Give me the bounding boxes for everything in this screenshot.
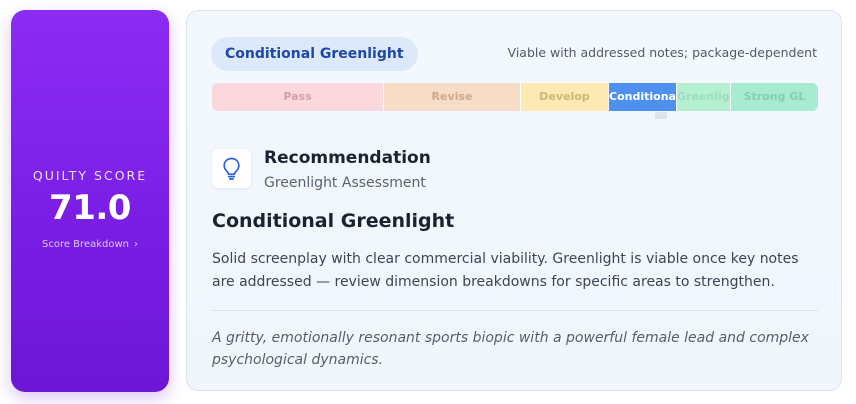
scale-position-marker xyxy=(655,112,667,119)
page: QUILTY SCORE 71.0 Score Breakdown › Condi… xyxy=(0,0,856,404)
scale-segment-revise[interactable]: Revise xyxy=(383,83,520,111)
status-note: Viable with addressed notes; package-dep… xyxy=(507,45,817,60)
score-breakdown-label: Score Breakdown xyxy=(42,239,129,250)
scale-segment-strong-gl[interactable]: Strong GL xyxy=(730,83,818,111)
verdict-description: Solid screenplay with clear commercial v… xyxy=(212,251,799,290)
score-breakdown-link[interactable]: Score Breakdown › xyxy=(11,239,169,250)
quality-score-card: QUILTY SCORE 71.0 Score Breakdown › xyxy=(11,10,169,392)
chevron-right-icon: › xyxy=(134,239,138,250)
verdict-scale: Pass Revise Develop Conditional Greenlig… xyxy=(212,83,818,111)
recommendation-title: Recommendation xyxy=(264,148,431,168)
scale-segment-greenlight[interactable]: Greenlight xyxy=(676,83,730,111)
score-value: 71.0 xyxy=(49,188,131,228)
verdict-heading: Conditional Greenlight xyxy=(212,210,455,232)
score-label: QUILTY SCORE xyxy=(32,168,148,183)
recommendation-subtitle: Greenlight Assessment xyxy=(264,175,426,191)
scale-segment-develop[interactable]: Develop xyxy=(520,83,608,111)
logline: A gritty, emotionally resonant sports bi… xyxy=(212,330,809,368)
lightbulb-icon xyxy=(223,157,240,180)
status-badge: Conditional Greenlight xyxy=(211,37,418,71)
recommendation-panel: Conditional Greenlight Viable with addre… xyxy=(186,10,842,391)
divider xyxy=(212,310,818,311)
scale-segment-pass[interactable]: Pass xyxy=(212,83,383,111)
recommendation-icon-box xyxy=(212,149,251,188)
scale-segment-conditional[interactable]: Conditional xyxy=(608,83,676,111)
